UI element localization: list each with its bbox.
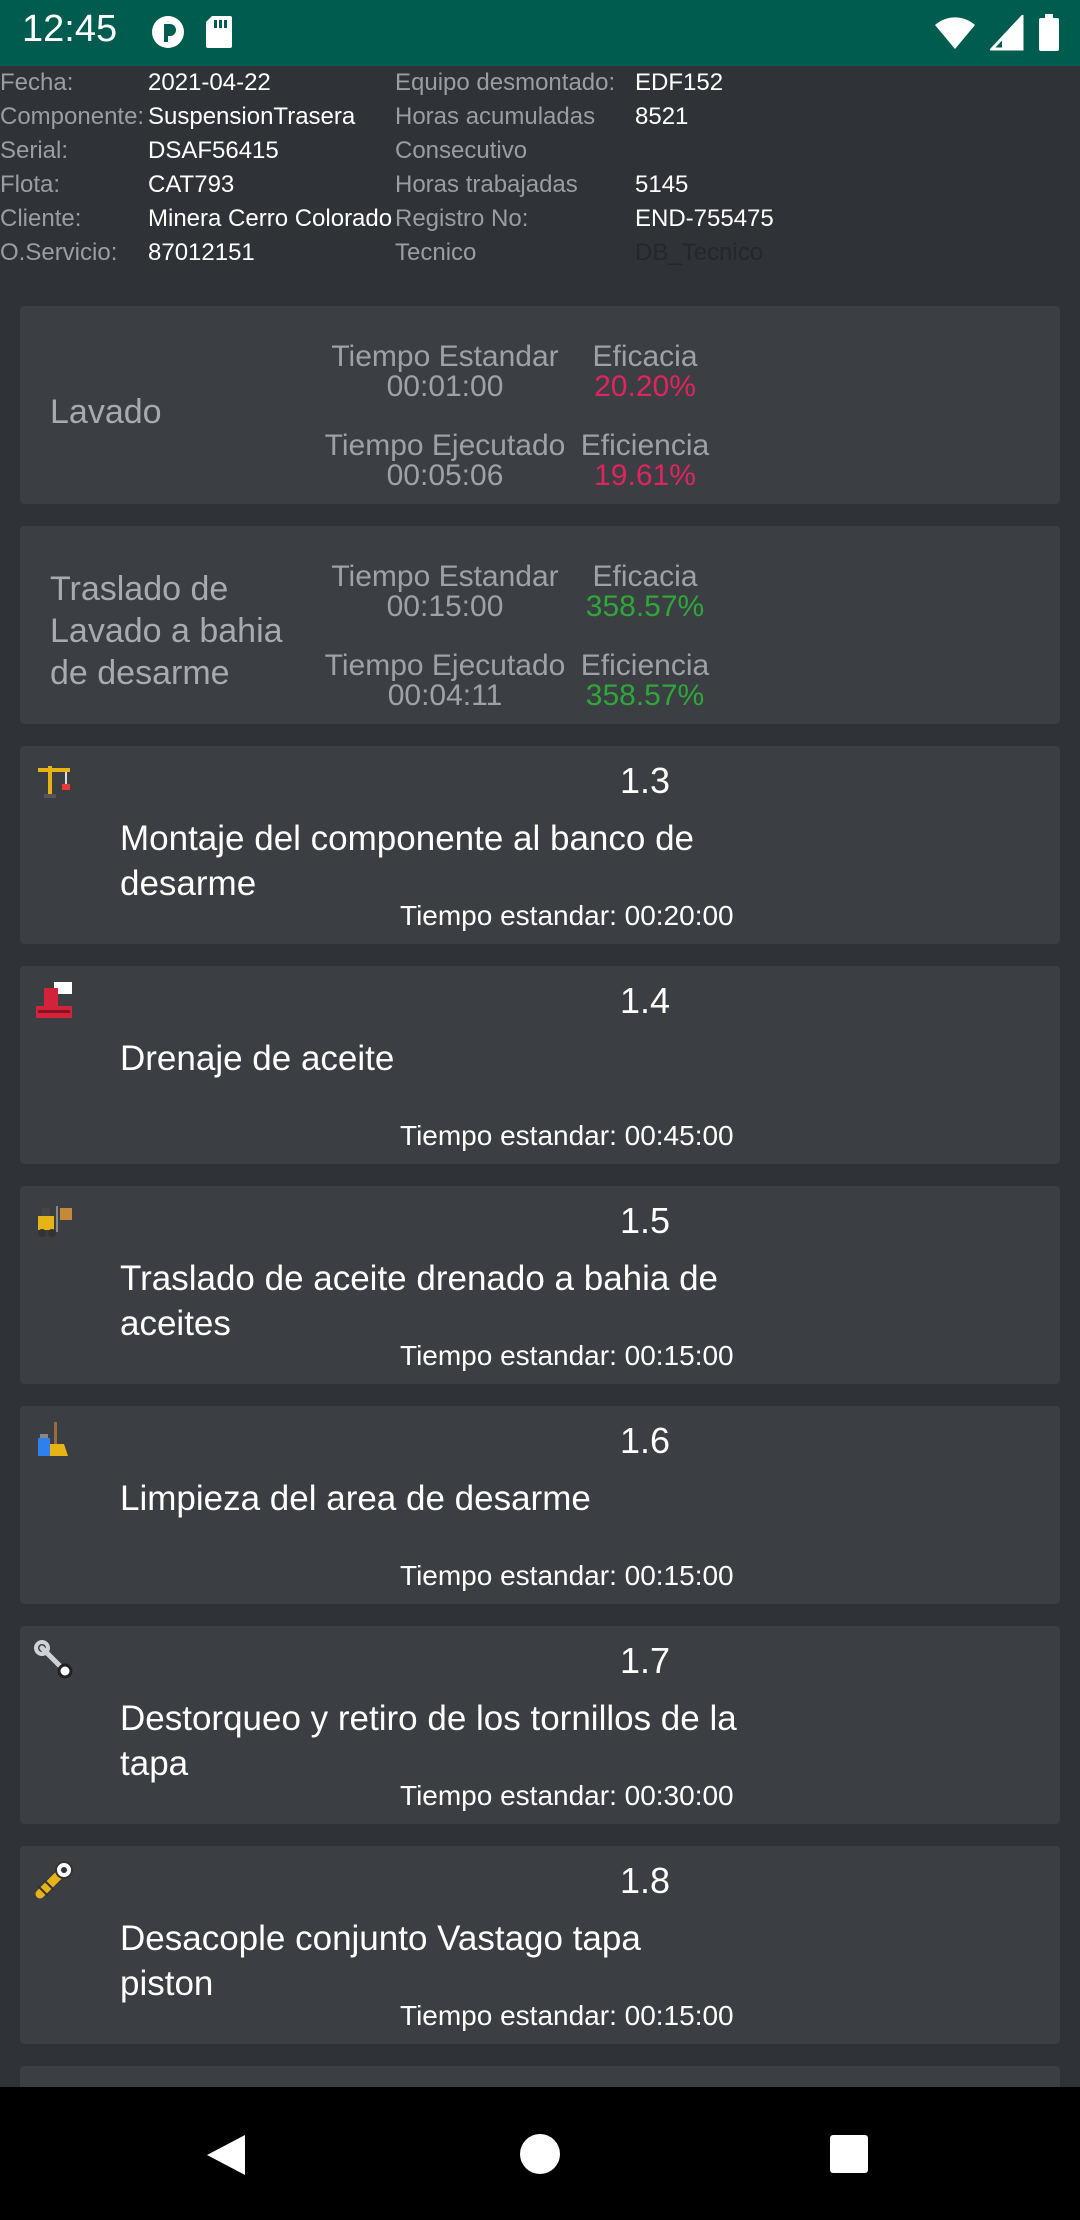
recents-icon[interactable] — [829, 2134, 869, 2174]
horas-acumuladas-label: Horas acumuladas — [395, 103, 596, 130]
task-card[interactable]: 1.4 Drenaje de aceite Tiempo estandar: 0… — [20, 966, 1060, 1164]
task-standard-time: Tiempo estandar: 00:45:00 — [400, 1120, 734, 1151]
task-number: 1.3 — [619, 760, 671, 801]
fecha-value: 2021-04-22 — [148, 69, 271, 96]
task-standard-time: Tiempo estandar: 00:15:00 — [400, 1560, 734, 1591]
task-title: Limpieza del area de desarme — [120, 1479, 591, 1518]
tiempo-ejecutado-block: Tiempo Ejecutado 00:04:11 — [300, 651, 590, 711]
horas-acumuladas-value: 8521 — [635, 103, 689, 130]
wrench-icon — [34, 1640, 73, 1679]
registro-label: Registro No: — [395, 205, 529, 232]
oservicio-value: 87012151 — [148, 239, 255, 266]
eficacia-label: Eficacia — [592, 340, 698, 373]
flota-value: CAT793 — [148, 171, 235, 198]
sd-card-icon — [206, 16, 232, 48]
consecutivo-label: Consecutivo — [395, 137, 528, 164]
task-title: Montaje del componente al banco de desar… — [120, 819, 695, 903]
navigation-bar — [0, 2087, 1080, 2220]
crane-icon — [38, 766, 70, 798]
eficacia-block: Eficacia 358.57% — [560, 562, 730, 622]
eficacia-label: Eficacia — [592, 560, 698, 593]
task-standard-time: Tiempo estandar: 00:15:00 — [400, 2000, 734, 2031]
status-time: 12:45 — [22, 8, 118, 50]
header-row: Componente: SuspensionTrasera Horas acum… — [0, 100, 1080, 134]
task-card[interactable]: 1.5 Traslado de aceite drenado a bahia d… — [20, 1186, 1060, 1384]
registro-value: END-755475 — [635, 205, 774, 232]
serial-label: Serial: — [0, 137, 69, 164]
task-card[interactable]: 1.6 Limpieza del area de desarme Tiempo … — [20, 1406, 1060, 1604]
tiempo-estandar-value: 00:01:00 — [386, 370, 504, 403]
header-row: O.Servicio: 87012151 Tecnico DB_Tecnico — [0, 236, 1080, 270]
header-row: Serial: DSAF56415 Consecutivo — [0, 134, 1080, 168]
task-title: Desacople conjunto Vastago tapa piston — [120, 1919, 641, 2003]
tiempo-estandar-label: Tiempo Estandar — [331, 560, 559, 593]
oil-drain-icon — [36, 982, 72, 1018]
eficiencia-label: Eficiencia — [580, 649, 710, 682]
eficiencia-value: 358.57% — [585, 679, 705, 712]
tiempo-ejecutado-value: 00:04:11 — [387, 679, 503, 712]
cell-signal-icon — [990, 15, 1024, 51]
flota-label: Flota: — [0, 171, 61, 198]
screw-icon — [35, 1861, 73, 1899]
home-icon[interactable] — [519, 2133, 561, 2175]
eficacia-value: 20.20% — [594, 370, 696, 403]
task-number: 1.6 — [619, 1420, 671, 1461]
eficiencia-block: Eficiencia 358.57% — [560, 651, 730, 711]
task-standard-time: Tiempo estandar: 00:20:00 — [400, 900, 734, 931]
componente-label: Componente: — [0, 103, 145, 130]
fecha-label: Fecha: — [0, 69, 74, 96]
task-number: 1.8 — [619, 1860, 671, 1901]
componente-value: SuspensionTrasera — [148, 103, 356, 130]
eficacia-block: Eficacia 20.20% — [560, 342, 730, 402]
summary-card-name: Lavado — [50, 393, 162, 431]
eficiencia-label: Eficiencia — [580, 429, 710, 462]
task-title: Traslado de aceite drenado a bahia de ac… — [120, 1259, 719, 1343]
work-order-header: Fecha: 2021-04-22 Equipo desmontado: EDF… — [0, 66, 1080, 276]
header-row: Flota: CAT793 Horas trabajadas 5145 — [0, 168, 1080, 202]
summary-card-name: Traslado de Lavado a bahia de desarme — [50, 570, 283, 692]
tiempo-estandar-value: 00:15:00 — [386, 590, 504, 623]
task-standard-time: Tiempo estandar: 00:15:00 — [400, 1340, 734, 1371]
equipo-label: Equipo desmontado: — [395, 69, 616, 96]
cliente-label: Cliente: — [0, 205, 82, 232]
header-row: Fecha: 2021-04-22 Equipo desmontado: EDF… — [0, 66, 1080, 100]
horas-trabajadas-value: 5145 — [635, 171, 689, 198]
task-number: 1.4 — [619, 980, 671, 1021]
eficiencia-value: 19.61% — [594, 459, 696, 492]
tiempo-estandar-block: Tiempo Estandar 00:15:00 — [300, 562, 590, 622]
forklift-icon — [38, 1206, 72, 1237]
equipo-value: EDF152 — [635, 69, 724, 96]
status-bar: 12:45 — [0, 0, 1080, 66]
task-card[interactable]: 1.7 Destorqueo y retiro de los tornillos… — [20, 1626, 1060, 1824]
task-number: 1.5 — [619, 1200, 671, 1241]
summary-card-traslado[interactable]: Traslado de Lavado a bahia de desarme Ti… — [20, 526, 1060, 724]
task-number: 1.7 — [619, 1640, 671, 1681]
eficiencia-block: Eficiencia 19.61% — [560, 431, 730, 491]
task-title: Drenaje de aceite — [120, 1039, 395, 1078]
header-row: Cliente: Minera Cerro Colorado Registro … — [0, 202, 1080, 236]
summary-card-lavado[interactable]: Lavado Tiempo Estandar 00:01:00 Eficacia… — [20, 306, 1060, 504]
task-card[interactable]: 1.3 Montaje del componente al banco de d… — [20, 746, 1060, 944]
serial-value: DSAF56415 — [148, 137, 279, 164]
tiempo-ejecutado-label: Tiempo Ejecutado — [324, 649, 566, 682]
tiempo-estandar-block: Tiempo Estandar 00:01:00 — [300, 342, 590, 402]
tecnico-value: DB_Tecnico — [635, 239, 764, 266]
tiempo-ejecutado-value: 00:05:06 — [386, 459, 504, 492]
tiempo-ejecutado-label: Tiempo Ejecutado — [324, 429, 566, 462]
task-standard-time: Tiempo estandar: 00:30:00 — [400, 1780, 734, 1811]
cliente-value: Minera Cerro Colorado — [148, 205, 393, 232]
cleaning-icon — [38, 1422, 68, 1456]
task-title: Destorqueo y retiro de los tornillos de … — [120, 1699, 737, 1783]
battery-icon — [1039, 14, 1059, 51]
tiempo-ejecutado-block: Tiempo Ejecutado 00:05:06 — [300, 431, 590, 491]
horas-trabajadas-label: Horas trabajadas — [395, 171, 578, 198]
back-icon[interactable] — [205, 2133, 247, 2177]
tiempo-estandar-label: Tiempo Estandar — [331, 340, 559, 373]
oservicio-label: O.Servicio: — [0, 239, 118, 266]
tecnico-label: Tecnico — [395, 239, 477, 266]
eficacia-value: 358.57% — [585, 590, 705, 623]
task-card[interactable]: 1.8 Desacople conjunto Vastago tapa pist… — [20, 1846, 1060, 2044]
wifi-icon — [935, 17, 975, 49]
notification-app-icon — [152, 16, 184, 48]
